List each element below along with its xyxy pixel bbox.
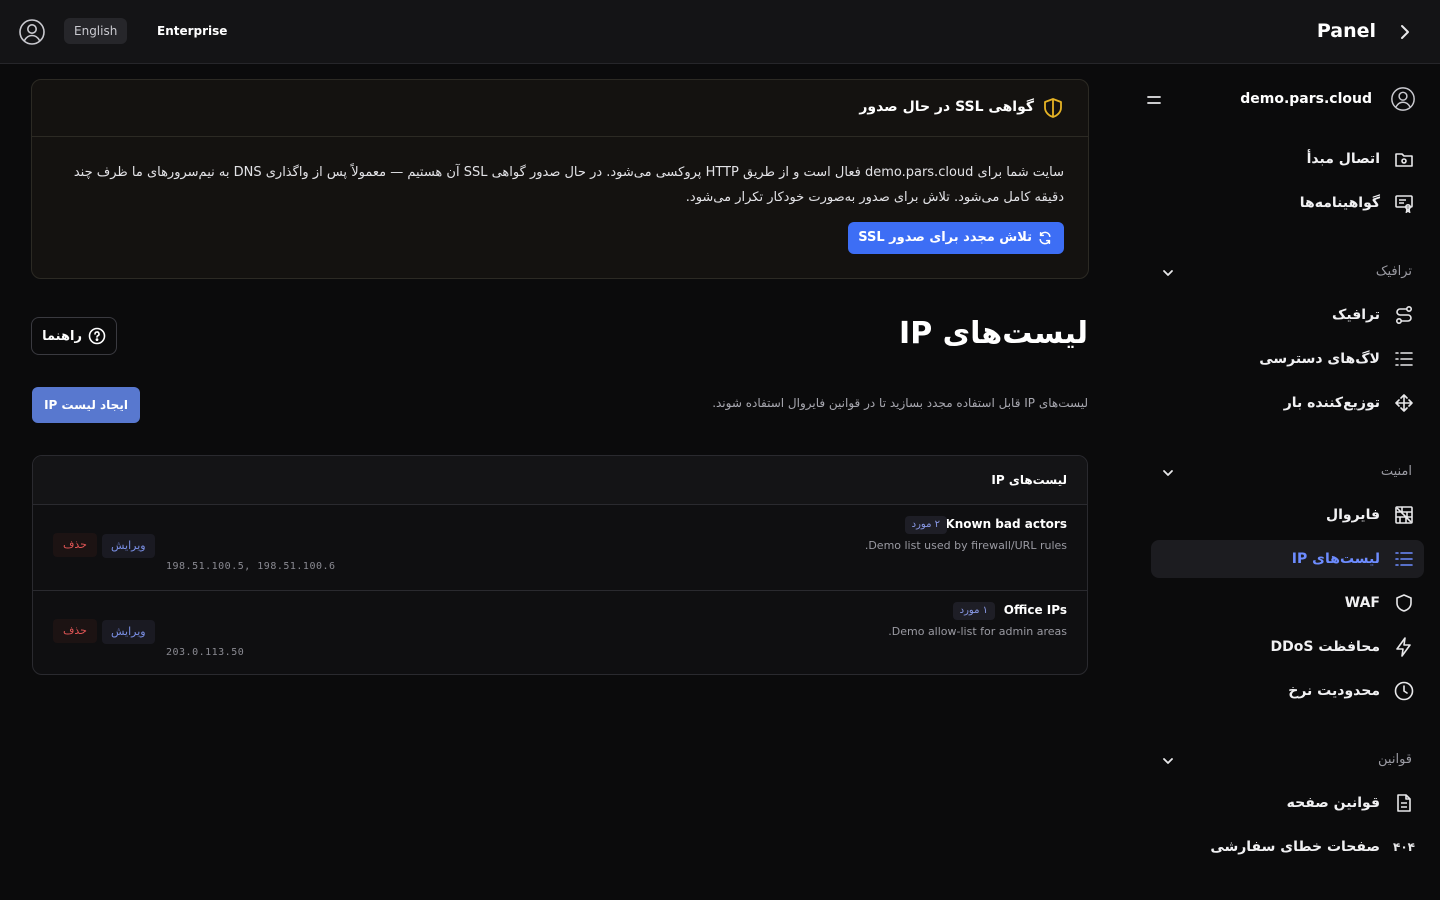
section-traffic-toggle[interactable]: ترافیک bbox=[1156, 257, 1424, 287]
edit-button[interactable]: ویرایش bbox=[102, 620, 155, 644]
sidebar-item-ddos[interactable]: محافظت DDoS bbox=[1151, 628, 1424, 666]
certificate-icon bbox=[1394, 193, 1414, 213]
sidebar-item-waf[interactable]: WAF bbox=[1151, 584, 1424, 622]
card-header: لیست‌های IP bbox=[33, 456, 1087, 505]
help-label: راهنما bbox=[42, 328, 82, 344]
table-row: Known bad actors ۲ مورد .Demo list used … bbox=[33, 505, 1087, 590]
help-button[interactable]: راهنما bbox=[31, 317, 117, 355]
retry-ssl-button[interactable]: تلاش مجدد برای صدور SSL bbox=[848, 222, 1064, 254]
page-title: لیست‌های IP bbox=[899, 316, 1088, 351]
delete-button[interactable]: حذف bbox=[53, 619, 97, 643]
sidebar-item-origin[interactable]: اتصال مبدأ bbox=[1151, 140, 1424, 178]
sidebar-item-access-logs[interactable]: لاگ‌های دسترسی bbox=[1151, 340, 1424, 378]
section-label: امنیت bbox=[1380, 464, 1412, 479]
card-title: لیست‌های IP bbox=[991, 473, 1067, 487]
sidebar-item-label: لیست‌های IP bbox=[1291, 551, 1380, 567]
shield-warning-icon bbox=[1042, 97, 1064, 119]
section-security-toggle[interactable]: امنیت bbox=[1156, 457, 1424, 487]
ip-count-badge: ۲ مورد bbox=[904, 516, 947, 534]
bolt-icon bbox=[1394, 637, 1414, 657]
chevron-down-icon bbox=[1160, 753, 1176, 769]
section-label: ترافیک bbox=[1375, 264, 1412, 279]
sidebar-item-firewall[interactable]: فایروال bbox=[1151, 496, 1424, 534]
error-404-icon: ۴۰۴ bbox=[1393, 840, 1415, 854]
sidebar-item-label: توزیع‌کننده بار bbox=[1283, 395, 1380, 411]
ip-list-name: Known bad actors bbox=[945, 517, 1067, 531]
sidebar-item-label: لاگ‌های دسترسی bbox=[1259, 351, 1380, 367]
sidebar-item-label: قوانین صفحه bbox=[1286, 795, 1380, 811]
firewall-icon bbox=[1394, 505, 1414, 525]
ssl-status-banner: گواهی SSL در حال صدور سایت شما برای demo… bbox=[31, 79, 1089, 279]
help-circle-icon bbox=[88, 327, 106, 345]
shield-icon bbox=[1394, 593, 1414, 613]
ssl-banner-message: سایت شما برای demo.pars.cloud فعال است و… bbox=[73, 165, 1064, 205]
folder-link-icon bbox=[1394, 149, 1414, 169]
clock-icon bbox=[1394, 681, 1414, 701]
delete-button[interactable]: حذف bbox=[53, 533, 97, 557]
top-bar: English Enterprise Panel bbox=[0, 0, 1440, 64]
sidebar-item-label: صفحات خطای سفارشی bbox=[1210, 839, 1380, 855]
ip-list-description: .Demo allow-list for admin areas bbox=[888, 625, 1067, 638]
sidebar-item-load-balancer[interactable]: توزیع‌کننده بار bbox=[1151, 384, 1424, 422]
chevron-down-icon bbox=[1160, 265, 1176, 281]
sidebar-item-error-pages[interactable]: صفحات خطای سفارشی ۴۰۴ bbox=[1151, 828, 1424, 866]
load-balancer-icon bbox=[1394, 393, 1414, 413]
sidebar-item-page-rules[interactable]: قوانین صفحه bbox=[1151, 784, 1424, 822]
ssl-banner-title: گواهی SSL در حال صدور bbox=[859, 99, 1034, 115]
sidebar-item-ip-lists[interactable]: لیست‌های IP bbox=[1151, 540, 1424, 578]
refresh-icon bbox=[1039, 231, 1051, 245]
chevron-down-icon bbox=[1160, 465, 1176, 481]
edit-button[interactable]: ویرایش bbox=[102, 534, 155, 558]
ip-lists-card: لیست‌های IP Known bad actors ۲ مورد .Dem… bbox=[32, 455, 1088, 675]
route-icon bbox=[1394, 305, 1414, 325]
ssl-banner-header: گواهی SSL در حال صدور bbox=[32, 80, 1088, 137]
sidebar-item-label: محدودیت نرخ bbox=[1288, 683, 1380, 699]
section-rules-toggle[interactable]: قوانین bbox=[1156, 745, 1424, 775]
menu-icon[interactable] bbox=[1144, 91, 1164, 109]
panel-title[interactable]: Panel bbox=[1317, 17, 1376, 45]
ip-list-icon bbox=[1394, 549, 1414, 569]
sidebar-item-rate-limit[interactable]: محدودیت نرخ bbox=[1151, 672, 1424, 710]
language-switch-button[interactable]: English bbox=[64, 18, 128, 44]
retry-ssl-label: تلاش مجدد برای صدور SSL bbox=[858, 230, 1032, 245]
ip-count-badge: ۱ مورد bbox=[952, 602, 995, 620]
ip-list-addresses: 203.0.113.50 bbox=[166, 647, 245, 658]
user-account-icon[interactable] bbox=[18, 18, 46, 46]
plan-label: Enterprise bbox=[157, 24, 228, 38]
site-name[interactable]: demo.pars.cloud bbox=[1240, 89, 1372, 109]
site-avatar-icon bbox=[1390, 86, 1416, 112]
sidebar-item-label: ترافیک bbox=[1332, 307, 1380, 323]
ip-list-addresses: 198.51.100.5, 198.51.100.6 bbox=[166, 561, 336, 572]
sidebar-item-traffic[interactable]: ترافیک bbox=[1151, 296, 1424, 334]
sidebar-item-certificates[interactable]: گواهینامه‌ها bbox=[1151, 184, 1424, 222]
table-row: Office IPs ۱ مورد .Demo allow-list for a… bbox=[33, 590, 1087, 674]
list-icon bbox=[1394, 349, 1414, 369]
section-label: قوانین bbox=[1378, 752, 1412, 767]
sidebar-item-label: فایروال bbox=[1325, 507, 1380, 523]
ip-list-description: .Demo list used by firewall/URL rules bbox=[864, 539, 1067, 552]
sidebar-item-label: محافظت DDoS bbox=[1270, 639, 1380, 655]
chevron-right-icon[interactable] bbox=[1394, 22, 1414, 42]
document-icon bbox=[1394, 793, 1414, 813]
sidebar-item-label: گواهینامه‌ها bbox=[1299, 195, 1380, 211]
ip-list-name: Office IPs bbox=[1003, 603, 1067, 617]
create-ip-list-button[interactable]: ایجاد لیست IP bbox=[32, 387, 140, 423]
page-subtitle: لیست‌های IP قابل استفاده مجدد بسازید تا … bbox=[712, 396, 1088, 410]
sidebar-item-label: WAF bbox=[1344, 595, 1380, 611]
sidebar-item-label: اتصال مبدأ bbox=[1306, 151, 1380, 167]
sidebar: demo.pars.cloud اتصال مبدأ گواهینامه‌ها … bbox=[1140, 65, 1440, 900]
